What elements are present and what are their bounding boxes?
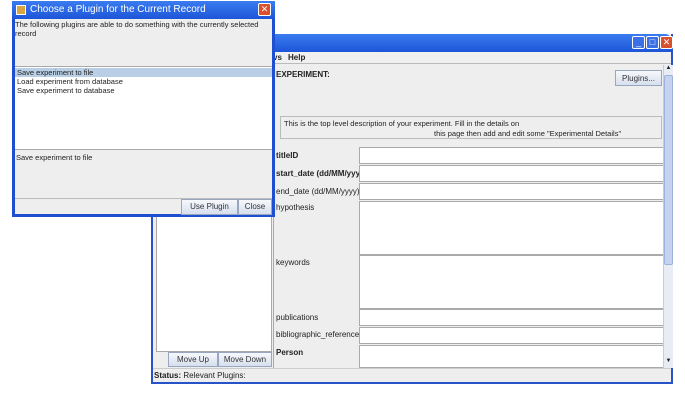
scroll-down-icon[interactable]: ▼ (664, 358, 673, 367)
experiment-form: EXPERIMENT: Plugins... This is the top l… (273, 65, 664, 368)
plugin-dialog: Choose a Plugin for the Current Record ✕… (12, 1, 275, 217)
menu-help[interactable]: Help (288, 53, 305, 62)
label-titleid: titleID (276, 151, 299, 160)
form-description: This is the top level description of you… (280, 116, 662, 139)
use-plugin-button[interactable]: Use Plugin (181, 199, 238, 215)
java-app-icon (16, 5, 26, 15)
hypothesis-input[interactable] (359, 201, 664, 255)
plugin-description: Save experiment to file (16, 153, 93, 162)
publications-input[interactable] (359, 309, 664, 326)
form-heading: EXPERIMENT: (276, 70, 330, 79)
maximize-icon[interactable]: □ (646, 36, 659, 49)
status-text: Relevant Plugins: (183, 371, 246, 380)
move-up-button[interactable]: Move Up (168, 352, 218, 367)
plugin-item[interactable]: Load experiment from database (15, 77, 272, 86)
label-bibliographic-references: bibliographic_references (276, 330, 364, 339)
label-hypothesis: hypothesis (276, 203, 315, 212)
label-publications: publications (276, 313, 319, 322)
plugin-list[interactable]: Save experiment to file Load experiment … (15, 66, 272, 150)
close-icon[interactable]: ✕ (660, 36, 673, 49)
end-date-input[interactable] (359, 183, 664, 200)
label-keywords: keywords (276, 258, 310, 267)
status-bar: Status: Relevant Plugins: (153, 368, 671, 382)
label-person: Person (276, 348, 304, 357)
plugin-item-selected[interactable]: Save experiment to file (15, 68, 272, 77)
dialog-close-icon[interactable]: ✕ (258, 3, 271, 16)
label-end-date: end_date (dd/MM/yyyy) (276, 187, 360, 196)
minimize-icon[interactable]: _ (632, 36, 645, 49)
keywords-input[interactable] (359, 255, 664, 309)
status-label: Status: (154, 371, 182, 380)
description-line-2: this page then add and edit some "Experi… (434, 129, 622, 138)
titleid-input[interactable] (359, 147, 664, 164)
plugins-button[interactable]: Plugins... (615, 70, 662, 86)
description-line-1: This is the top level description of you… (284, 119, 520, 128)
form-scrollbar[interactable]: ▲ ▼ (663, 65, 673, 368)
dialog-title-bar[interactable]: Choose a Plugin for the Current Record ✕ (12, 1, 275, 19)
plugin-item[interactable]: Save experiment to database (15, 86, 272, 95)
bibliographic-references-input[interactable] (359, 327, 664, 344)
start-date-input[interactable] (359, 165, 664, 182)
dialog-message: The following plugins are able to do som… (15, 20, 259, 38)
scroll-up-icon[interactable]: ▲ (664, 65, 673, 74)
dialog-title: Choose a Plugin for the Current Record (30, 4, 206, 15)
close-button[interactable]: Close (238, 199, 272, 215)
move-down-button[interactable]: Move Down (218, 352, 272, 367)
scrollbar-thumb[interactable] (664, 75, 673, 265)
label-start-date: start_date (dd/MM/yyyy) (276, 169, 368, 178)
person-input[interactable] (359, 345, 664, 368)
